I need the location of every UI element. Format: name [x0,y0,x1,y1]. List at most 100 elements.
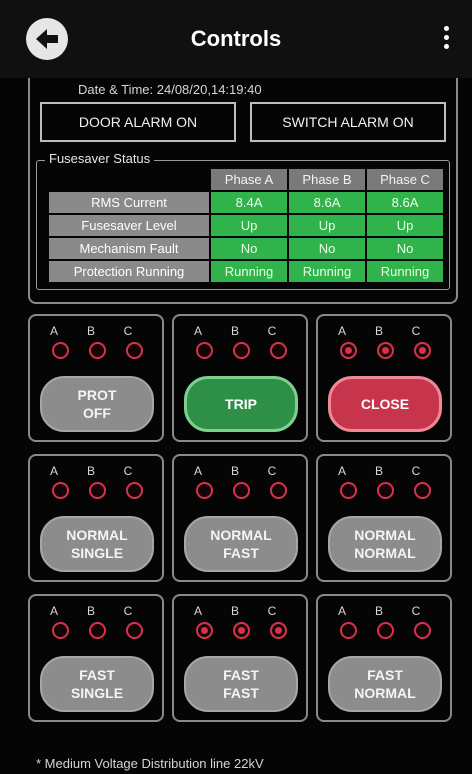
table-cell: 8.6A [367,192,443,213]
phase-letter-b: B [374,324,383,338]
phase-b-indicator-led [377,622,394,639]
phase-c-indicator-led [270,342,287,359]
control-card-prot-off: A B C PROT OFF [28,314,164,442]
phase-a-indicator-led [196,482,213,499]
control-card-trip: A B C TRIP [172,314,308,442]
control-card-fast-normal: A B C FAST NORMAL [316,594,452,722]
phase-letter-c: C [123,324,133,338]
row-label: Mechanism Fault [49,238,209,259]
prot-off-button[interactable]: PROT OFF [40,376,154,432]
phase-letter-b: B [230,324,239,338]
table-cell: Running [211,261,287,282]
phase-a-indicator-led [196,342,213,359]
table-cell: Up [211,215,287,236]
table-cell: No [289,238,365,259]
control-card-normal-fast: A B C NORMAL FAST [172,454,308,582]
page-title: Controls [190,26,282,51]
close-button[interactable]: CLOSE [328,376,442,432]
phase-b-indicator-led [233,342,250,359]
phase-c-indicator-led [414,342,431,359]
phase-c-indicator-led [414,482,431,499]
phase-b-indicator-led [377,482,394,499]
phase-letter-a: A [49,604,58,618]
table-cell: 8.4A [211,192,287,213]
row-label: Fusesaver Level [49,215,209,236]
phase-letter-a: A [193,324,202,338]
table-cell: Up [289,215,365,236]
fast-fast-button[interactable]: FAST FAST [184,656,298,712]
phase-a-indicator-led [340,342,357,359]
phase-letter-b: B [230,464,239,478]
phase-letter-a: A [337,604,346,618]
phase-letter-b: B [86,464,95,478]
phase-letter-c: C [411,604,421,618]
table-row: Protection Running Running Running Runni… [49,261,443,282]
phase-c-indicator-led [270,482,287,499]
table-cell: No [211,238,287,259]
phase-c-indicator-led [126,342,143,359]
table-cell: No [367,238,443,259]
table-cell: Running [367,261,443,282]
status-panel: Date & Time: 24/08/20,14:19:40 DOOR ALAR… [28,78,458,304]
normal-single-button[interactable]: NORMAL SINGLE [40,516,154,572]
phase-a-indicator-led [52,622,69,639]
table-row: RMS Current 8.4A 8.6A 8.6A [49,192,443,213]
footnote: * Medium Voltage Distribution line 22kV [36,756,264,771]
table-header-row: Phase A Phase B Phase C [49,169,443,190]
table-row: Fusesaver Level Up Up Up [49,215,443,236]
table-cell: Up [367,215,443,236]
fast-normal-button[interactable]: FAST NORMAL [328,656,442,712]
phase-letter-c: C [123,464,133,478]
datetime-label: Date & Time: 24/08/20,14:19:40 [78,82,262,97]
control-card-normal-single: A B C NORMAL SINGLE [28,454,164,582]
app-bar: Controls [0,0,472,78]
control-card-normal-normal: A B C NORMAL NORMAL [316,454,452,582]
phase-letter-c: C [267,604,277,618]
phase-b-indicator-led [89,622,106,639]
phase-b-indicator-led [89,342,106,359]
phase-a-indicator-led [340,622,357,639]
phase-a-indicator-led [340,482,357,499]
table-row: Mechanism Fault No No No [49,238,443,259]
phase-letter-c: C [123,604,133,618]
phase-c-indicator-led [270,622,287,639]
overflow-menu-icon [443,26,449,31]
phase-b-indicator-led [233,482,250,499]
phase-a-indicator-led [196,622,213,639]
phase-letter-a: A [193,604,202,618]
control-card-fast-fast: A B C FAST FAST [172,594,308,722]
phase-b-indicator-led [89,482,106,499]
phase-a-indicator-led [52,482,69,499]
phase-letter-c: C [411,324,421,338]
row-label: Protection Running [49,261,209,282]
phase-letter-b: B [230,604,239,618]
phase-letter-c: C [411,464,421,478]
normal-fast-button[interactable]: NORMAL FAST [184,516,298,572]
table-cell: Running [289,261,365,282]
phase-letter-b: B [374,464,383,478]
column-header-phase-a: Phase A [211,169,287,190]
fusesaver-status-table: Phase A Phase B Phase C RMS Current 8.4A… [47,167,445,284]
phase-b-indicator-led [233,622,250,639]
phase-letter-a: A [337,324,346,338]
phase-letter-c: C [267,324,277,338]
normal-normal-button[interactable]: NORMAL NORMAL [328,516,442,572]
trip-button[interactable]: TRIP [184,376,298,432]
fusesaver-status-group: Fusesaver Status Phase A Phase B Phase C… [36,151,450,290]
phase-c-indicator-led [414,622,431,639]
phase-letter-a: A [193,464,202,478]
door-alarm-indicator: DOOR ALARM ON [40,102,236,142]
phase-b-indicator-led [377,342,394,359]
phase-letter-b: B [374,604,383,618]
phase-letter-b: B [86,604,95,618]
phase-letter-a: A [49,464,58,478]
phase-c-indicator-led [126,482,143,499]
control-card-close: A B C CLOSE [316,314,452,442]
phase-c-indicator-led [126,622,143,639]
overflow-menu-button[interactable] [438,26,454,56]
phase-a-indicator-led [52,342,69,359]
phase-letter-a: A [337,464,346,478]
fast-single-button[interactable]: FAST SINGLE [40,656,154,712]
phase-letter-c: C [267,464,277,478]
control-card-fast-single: A B C FAST SINGLE [28,594,164,722]
